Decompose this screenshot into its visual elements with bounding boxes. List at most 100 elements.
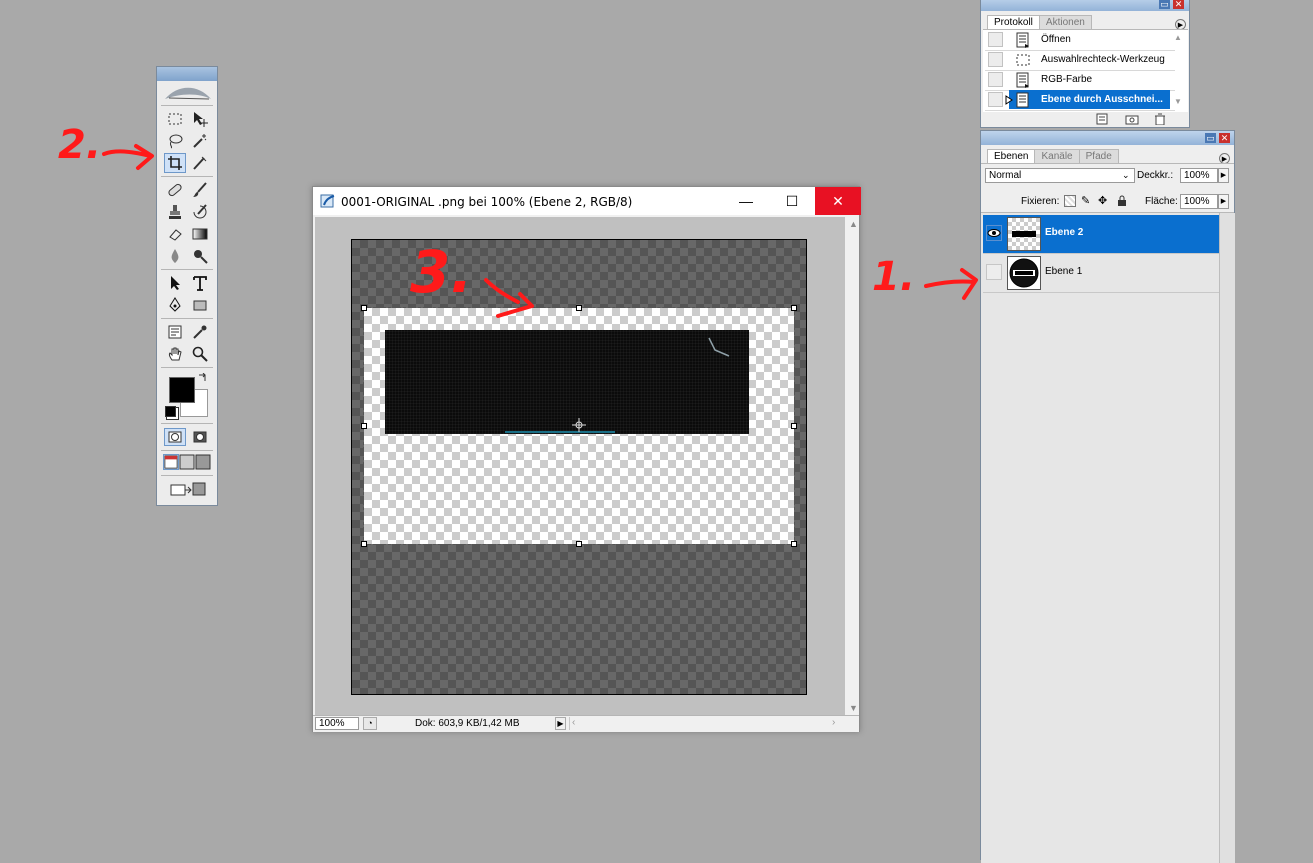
tab-protokoll[interactable]: Protokoll (987, 15, 1040, 30)
notes-tool-icon[interactable] (164, 322, 186, 342)
opacity-input[interactable]: 100% (1180, 168, 1218, 183)
crop-handle-bottom-right[interactable] (791, 541, 797, 547)
history-checkbox[interactable] (988, 72, 1003, 87)
layer-thumbnail (1007, 256, 1041, 290)
full-screen-mode-icon[interactable] (195, 454, 211, 470)
crop-handle-top-left[interactable] (361, 305, 367, 311)
scroll-right-icon[interactable]: › (832, 717, 835, 728)
tab-kanaele[interactable]: Kanäle (1034, 149, 1080, 164)
document-title-bar[interactable]: 0001-ORIGINAL .png bei 100% (Ebene 2, RG… (313, 187, 861, 215)
quick-mask-mode-icon[interactable] (189, 428, 211, 446)
crop-handle-top[interactable] (576, 305, 582, 311)
history-checkbox[interactable] (988, 32, 1003, 47)
status-arrow-icon[interactable]: ▶ (555, 717, 566, 730)
crop-handle-bottom-left[interactable] (361, 541, 367, 547)
toolbox-divider (161, 475, 213, 476)
magic-wand-tool-icon[interactable] (189, 131, 211, 151)
tab-aktionen[interactable]: Aktionen (1038, 15, 1092, 30)
marquee-tool-icon[interactable] (164, 109, 186, 129)
scroll-down-icon[interactable]: ▼ (1174, 97, 1182, 106)
standard-screen-mode-icon[interactable] (163, 454, 179, 470)
close-button[interactable]: ✕ (815, 187, 861, 215)
scroll-up-icon[interactable]: ▲ (849, 219, 858, 229)
clone-stamp-tool-icon[interactable] (164, 202, 186, 222)
jump-to-imageready-icon[interactable] (165, 479, 211, 499)
panel-minimize-icon[interactable]: ▭ (1205, 133, 1216, 143)
slice-tool-icon[interactable] (189, 153, 211, 173)
path-selection-tool-icon[interactable] (164, 273, 186, 293)
history-checkbox[interactable] (988, 52, 1003, 67)
crop-tool-icon[interactable] (164, 153, 186, 173)
horizontal-scrollbar[interactable]: ‹ › (569, 717, 842, 730)
maximize-button[interactable]: ☐ (769, 187, 815, 215)
fill-input[interactable]: 100% (1180, 194, 1218, 209)
panel-close-icon[interactable]: ✕ (1219, 133, 1230, 143)
history-state-pointer-icon (1005, 95, 1013, 105)
new-document-from-state-icon[interactable] (1095, 113, 1109, 125)
crop-handle-right[interactable] (791, 423, 797, 429)
lock-image-brush-icon[interactable]: ✎ (1081, 195, 1093, 207)
swap-colors-icon[interactable] (197, 372, 207, 383)
scroll-down-icon[interactable]: ▼ (849, 703, 858, 713)
gradient-tool-icon[interactable] (189, 224, 211, 244)
lock-position-move-icon[interactable]: ✥ (1098, 195, 1110, 207)
blend-mode-select[interactable]: Normal ⌄ (985, 168, 1135, 183)
zoom-tool-icon[interactable] (189, 344, 211, 364)
crop-handle-top-right[interactable] (791, 305, 797, 311)
dodge-tool-icon[interactable] (189, 246, 211, 266)
edge-line (505, 431, 615, 433)
minimize-button[interactable]: — (723, 187, 769, 215)
lock-transparency-icon[interactable] (1064, 195, 1076, 207)
visibility-toggle[interactable] (986, 264, 1002, 280)
scroll-left-icon[interactable]: ‹ (572, 717, 575, 728)
layers-scrollbar[interactable] (1219, 213, 1235, 863)
full-screen-menu-mode-icon[interactable] (179, 454, 195, 470)
layer-row-ebene-2[interactable]: Ebene 2 (983, 215, 1219, 254)
blur-tool-icon[interactable] (164, 246, 186, 266)
standard-mode-icon[interactable] (164, 428, 186, 446)
visibility-eye-icon[interactable] (986, 225, 1002, 241)
lock-all-icon[interactable] (1116, 195, 1128, 207)
history-item[interactable]: RGB-Farbe (985, 70, 1175, 91)
hand-tool-icon[interactable] (164, 344, 186, 364)
scroll-up-icon[interactable]: ▲ (1174, 33, 1182, 42)
image-canvas[interactable] (351, 239, 807, 695)
opacity-slider-arrow-icon[interactable]: ▶ (1218, 168, 1229, 183)
crop-handle-left[interactable] (361, 423, 367, 429)
rectangle-tool-icon[interactable] (189, 295, 211, 315)
layer-row-ebene-1[interactable]: Ebene 1 (983, 254, 1219, 293)
foreground-color-swatch[interactable] (169, 377, 195, 403)
tab-ebenen[interactable]: Ebenen (987, 149, 1036, 164)
layers-panel-header[interactable]: ▭ ✕ (981, 131, 1234, 145)
history-item[interactable]: Öffnen (985, 30, 1175, 51)
healing-brush-tool-icon[interactable] (164, 180, 186, 200)
zoom-level-field[interactable]: 100% (315, 717, 359, 730)
new-snapshot-icon[interactable] (1125, 113, 1139, 125)
eraser-tool-icon[interactable] (164, 224, 186, 244)
crop-center-icon[interactable] (572, 418, 586, 432)
panel-minimize-icon[interactable]: ▭ (1159, 0, 1170, 9)
history-checkbox[interactable] (988, 92, 1003, 107)
text-tool-icon[interactable] (189, 273, 211, 293)
panel-close-icon[interactable]: ✕ (1173, 0, 1184, 9)
history-panel-header[interactable]: ▭ ✕ (981, 0, 1189, 11)
toolbox-title-bar[interactable] (157, 67, 217, 81)
status-menu-icon[interactable]: ◔ (363, 717, 377, 730)
trash-icon[interactable] (1153, 113, 1167, 126)
document-state-icon (1016, 32, 1029, 48)
history-panel: ▭ ✕ Protokoll Aktionen ▶ Öffnen Auswahlr… (980, 0, 1190, 128)
crop-handle-bottom[interactable] (576, 541, 582, 547)
history-brush-tool-icon[interactable] (189, 202, 211, 222)
move-tool-icon[interactable] (189, 109, 211, 129)
vertical-scrollbar[interactable]: ▲ ▼ (847, 217, 859, 715)
eyedropper-tool-icon[interactable] (189, 322, 211, 342)
tab-pfade[interactable]: Pfade (1078, 149, 1119, 164)
default-colors-icon[interactable] (165, 406, 176, 417)
fill-slider-arrow-icon[interactable]: ▶ (1218, 194, 1229, 209)
history-item[interactable]: Auswahlrechteck-Werkzeug (985, 50, 1175, 71)
history-item-selected[interactable]: Ebene durch Ausschnei... (985, 90, 1175, 111)
layers-panel: ▭ ✕ Ebenen Kanäle Pfade ▶ Normal ⌄ Deckk… (980, 130, 1235, 863)
lasso-tool-icon[interactable] (164, 131, 186, 151)
brush-tool-icon[interactable] (189, 180, 211, 200)
pen-tool-icon[interactable] (164, 295, 186, 315)
